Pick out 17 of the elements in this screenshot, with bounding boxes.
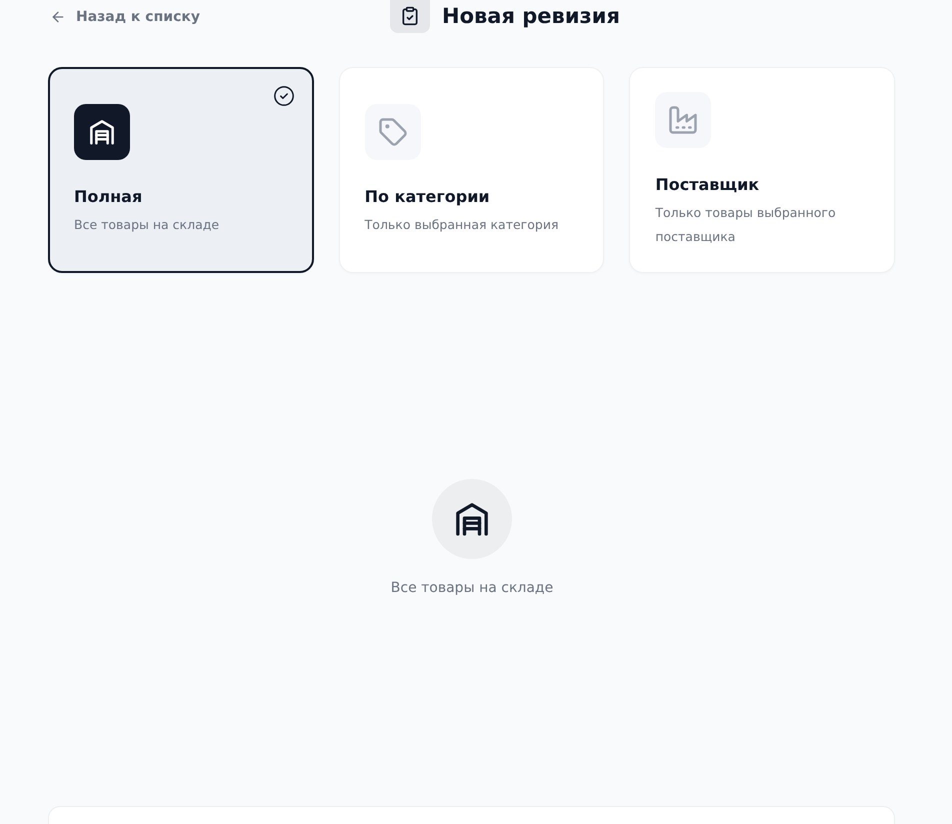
option-title: Поставщик: [655, 174, 760, 196]
tag-icon: [364, 104, 421, 160]
option-title: Полная: [74, 186, 142, 208]
preview-caption: Все товары на складе: [390, 579, 554, 597]
scope-option-card[interactable]: Полная Все товары на складе: [48, 67, 314, 273]
scope-option-card[interactable]: По категории Только выбранная категория: [338, 67, 604, 273]
page-title: Новая ревизия: [442, 3, 620, 30]
option-description: Все товары на складе: [74, 216, 220, 234]
scope-option-card[interactable]: Поставщик Только товары выбранного поставщика: [629, 67, 895, 273]
option-description: Только выбранная категория: [364, 216, 558, 234]
check-circle-icon: [272, 85, 295, 107]
warehouse-icon: [74, 104, 130, 160]
option-description: Только товары выбранного поставщика: [655, 204, 837, 246]
back-link[interactable]: Назад к списку: [50, 8, 200, 24]
factory-icon: [655, 92, 712, 148]
option-title: По категории: [364, 186, 490, 208]
clipboard-check-icon: [390, 0, 430, 33]
